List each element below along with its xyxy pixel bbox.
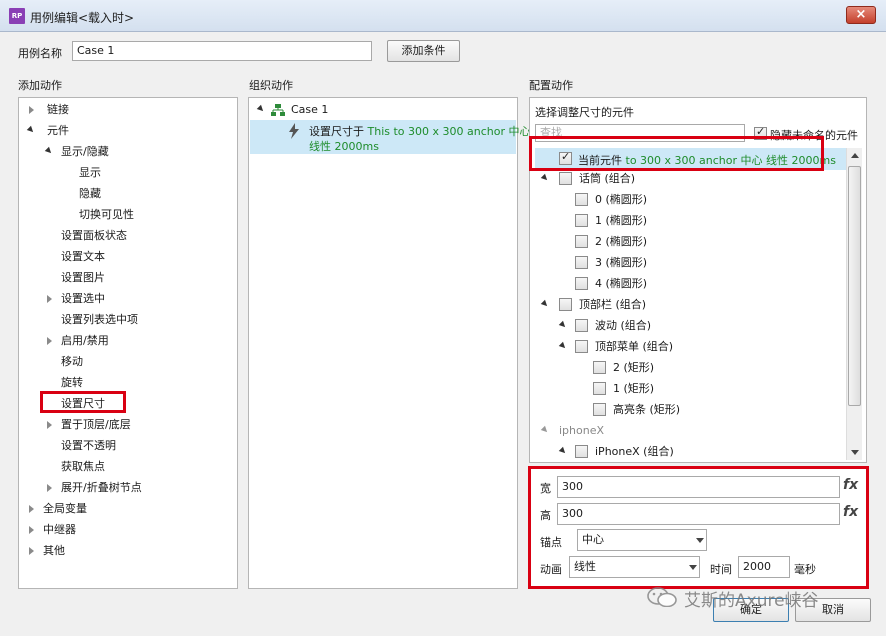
widget-checkbox[interactable] xyxy=(575,193,588,206)
tree-item-set-image[interactable]: 设置图片 xyxy=(61,269,105,287)
axure-app-icon: RP xyxy=(9,8,25,24)
collapse-arrow-icon xyxy=(256,104,266,114)
current-widget-highlight xyxy=(529,136,824,171)
widget-checkbox[interactable] xyxy=(575,319,588,332)
tree-item-set-opacity[interactable]: 设置不透明 xyxy=(61,437,116,455)
widget-checkbox[interactable] xyxy=(593,361,606,374)
tree-item-rotate[interactable]: 旋转 xyxy=(61,374,83,392)
expand-arrow-icon xyxy=(47,295,52,303)
action-detail-line2: 线性 2000ms xyxy=(309,140,379,153)
widget-list-scrollbar[interactable] xyxy=(846,148,862,460)
widget-checkbox[interactable] xyxy=(559,172,572,185)
tree-item-set-text[interactable]: 设置文本 xyxy=(61,248,105,266)
window-title: 用例编辑<载入时> xyxy=(30,11,135,25)
lightning-icon xyxy=(289,123,299,139)
collapse-arrow-icon xyxy=(44,146,54,156)
wechat-icon xyxy=(647,587,677,607)
widget-checkbox[interactable] xyxy=(593,403,606,416)
expand-arrow-icon xyxy=(47,484,52,492)
widget-checkbox[interactable] xyxy=(593,382,606,395)
action-detail-line1: This to 300 x 300 anchor 中心 xyxy=(367,125,531,138)
organize-action-heading: 组织动作 xyxy=(249,79,293,92)
collapse-arrow-icon xyxy=(540,425,550,435)
collapse-arrow-icon xyxy=(540,173,550,183)
collapse-arrow-icon xyxy=(540,299,550,309)
selected-action-row[interactable]: 设置尺寸于 This to 300 x 300 anchor 中心 线性 200… xyxy=(250,120,531,154)
title-bar: RP 用例编辑<载入时> × xyxy=(0,0,886,32)
tree-item-set-panel-state[interactable]: 设置面板状态 xyxy=(61,227,127,245)
watermark: 艾斯的Axure峡谷 xyxy=(646,584,866,611)
collapse-arrow-icon xyxy=(558,341,568,351)
expand-arrow-icon xyxy=(29,547,34,555)
widget-checkbox[interactable] xyxy=(575,277,588,290)
widget-checkbox[interactable] xyxy=(559,298,572,311)
configure-action-heading: 配置动作 xyxy=(529,79,573,92)
expand-arrow-icon xyxy=(29,526,34,534)
widget-checkbox[interactable] xyxy=(575,214,588,227)
case-name-label: 用例名称 xyxy=(18,47,62,60)
size-settings-highlight xyxy=(528,466,869,589)
add-condition-button[interactable]: 添加条件 xyxy=(387,40,460,62)
collapse-arrow-icon xyxy=(558,446,568,456)
action-prefix: 设置尺寸于 xyxy=(309,125,364,138)
organize-action-panel: Case 1 设置尺寸于 This to 300 x 300 anchor 中心… xyxy=(248,97,531,589)
select-widget-label: 选择调整尺寸的元件 xyxy=(535,106,634,119)
scroll-down-icon[interactable] xyxy=(851,450,859,455)
widget-checkbox[interactable] xyxy=(575,235,588,248)
collapse-arrow-icon xyxy=(26,125,36,135)
expand-arrow-icon xyxy=(47,421,52,429)
widget-checkbox[interactable] xyxy=(575,256,588,269)
widget-list: 当前元件 to 300 x 300 anchor 中心 线性 2000ms 话筒… xyxy=(535,148,861,460)
expand-arrow-icon xyxy=(47,337,52,345)
tree-item-show[interactable]: 显示 xyxy=(79,164,101,182)
case-hierarchy-icon xyxy=(271,104,285,116)
tree-item-move[interactable]: 移动 xyxy=(61,353,83,371)
case-name-input[interactable]: Case 1 xyxy=(72,41,372,61)
widget-checkbox[interactable] xyxy=(575,445,588,458)
widget-checkbox[interactable] xyxy=(575,340,588,353)
expand-arrow-icon xyxy=(29,106,34,114)
tree-item-focus[interactable]: 获取焦点 xyxy=(61,458,105,476)
scroll-thumb[interactable] xyxy=(848,166,861,406)
collapse-arrow-icon xyxy=(558,320,568,330)
close-button[interactable]: × xyxy=(846,6,876,24)
tree-item-set-list-selection[interactable]: 设置列表选中项 xyxy=(61,311,138,329)
watermark-text: 艾斯的Axure峡谷 xyxy=(684,591,819,611)
tree-item-toggle-visibility[interactable]: 切换可见性 xyxy=(79,206,134,224)
add-action-panel: 链接 元件 显示/隐藏 显示 隐藏 切换可见性 设置面板状态 设置文本 设置图片… xyxy=(18,97,238,589)
add-action-heading: 添加动作 xyxy=(18,79,62,92)
expand-arrow-icon xyxy=(29,505,34,513)
tree-item-hide[interactable]: 隐藏 xyxy=(79,185,101,203)
scroll-up-icon[interactable] xyxy=(851,153,859,158)
set-size-highlight xyxy=(40,391,126,413)
